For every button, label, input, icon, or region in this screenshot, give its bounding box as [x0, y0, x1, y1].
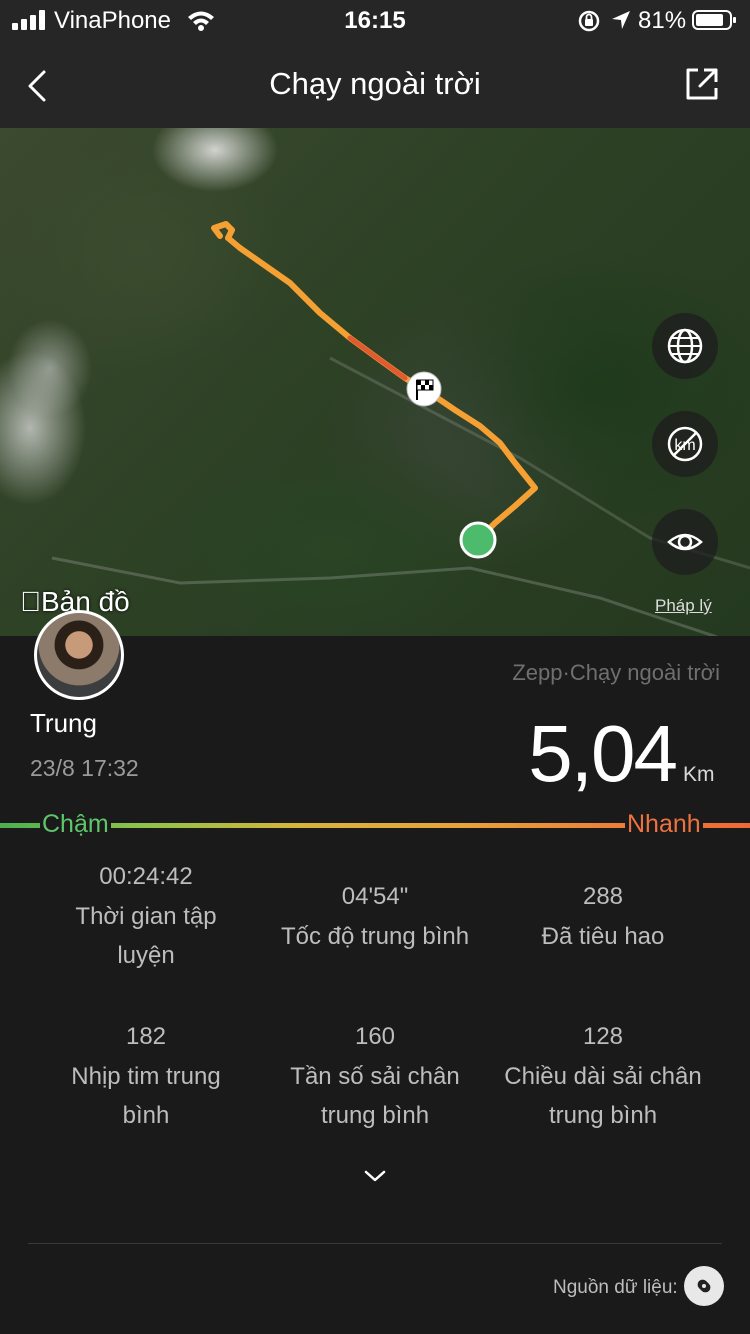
data-source-device-button[interactable]	[684, 1266, 724, 1306]
battery-icon	[692, 10, 736, 30]
data-source-label: Nguồn dữ liệu:	[553, 1277, 678, 1298]
stat-label: Tốc độ trung bình	[280, 923, 470, 950]
pace-slow-label: Chậm	[40, 810, 111, 839]
km-marker-toggle[interactable]: km	[652, 411, 718, 477]
finish-flag-icon	[406, 371, 442, 407]
expand-chevron-down-icon[interactable]	[363, 1168, 387, 1184]
orientation-lock-icon	[578, 10, 600, 32]
stat-avg-stride: 128 Chiều dài sải chân trung bình	[488, 1017, 718, 1135]
workout-date: 23/8 17:32	[30, 755, 139, 781]
route-overlay	[51, 221, 750, 636]
globe-icon	[667, 328, 703, 364]
page-title: Chạy ngoài trời	[269, 66, 481, 101]
stat-label: Tần số sải chân	[290, 1063, 460, 1090]
nav-bar: Chạy ngoài trời	[0, 44, 750, 128]
stat-duration: 00:24:42 Thời gian tập luyện	[31, 857, 261, 975]
km-off-icon: km	[667, 426, 703, 462]
distance-value: 5,04	[528, 709, 678, 798]
start-marker-icon	[459, 521, 497, 559]
apple-logo-icon: 	[20, 586, 41, 617]
stat-label: bình	[122, 1102, 170, 1129]
stat-calories: 288 Đã tiêu hao	[488, 877, 718, 956]
legal-link[interactable]: Pháp lý	[655, 596, 712, 616]
stat-avg-pace: 04'54" Tốc độ trung bình	[260, 877, 490, 956]
stat-value: 182	[125, 1023, 167, 1050]
distance-unit: Km	[683, 763, 715, 786]
battery-percent: 81%	[638, 7, 687, 34]
stat-value: 288	[582, 883, 624, 910]
stat-avg-cadence: 160 Tần số sải chân trung bình	[260, 1017, 490, 1135]
share-button[interactable]	[682, 64, 722, 104]
eye-icon	[667, 533, 703, 551]
stat-label: luyện	[117, 942, 175, 969]
visibility-toggle[interactable]	[652, 509, 718, 575]
divider	[28, 1243, 722, 1244]
stat-label: trung bình	[548, 1102, 658, 1129]
pace-fast-label: Nhanh	[625, 810, 703, 839]
stat-label: Thời gian tập	[75, 903, 217, 930]
stat-avg-heart-rate: 182 Nhịp tim trung bình	[31, 1017, 261, 1135]
avatar[interactable]	[34, 610, 124, 700]
stat-label: Nhịp tim trung	[71, 1063, 221, 1090]
stat-value: 00:24:42	[99, 863, 193, 890]
watch-device-icon	[697, 1279, 711, 1293]
stat-value: 160	[354, 1023, 396, 1050]
map-layer-button[interactable]	[652, 313, 718, 379]
workout-source: Zepp·Chạy ngoài trời	[512, 660, 720, 685]
stat-label: Đã tiêu hao	[541, 923, 665, 950]
route-map[interactable]: km Bản đồ Pháp lý	[0, 128, 750, 636]
stat-value: 128	[582, 1023, 624, 1050]
location-arrow-icon	[612, 11, 630, 29]
stat-label: trung bình	[320, 1102, 430, 1129]
stat-label: Chiều dài sải chân	[504, 1063, 702, 1090]
status-bar: VinaPhone 16:15 81%	[0, 0, 750, 44]
user-name: Trung	[30, 708, 97, 738]
stat-value: 04'54"	[341, 883, 409, 910]
